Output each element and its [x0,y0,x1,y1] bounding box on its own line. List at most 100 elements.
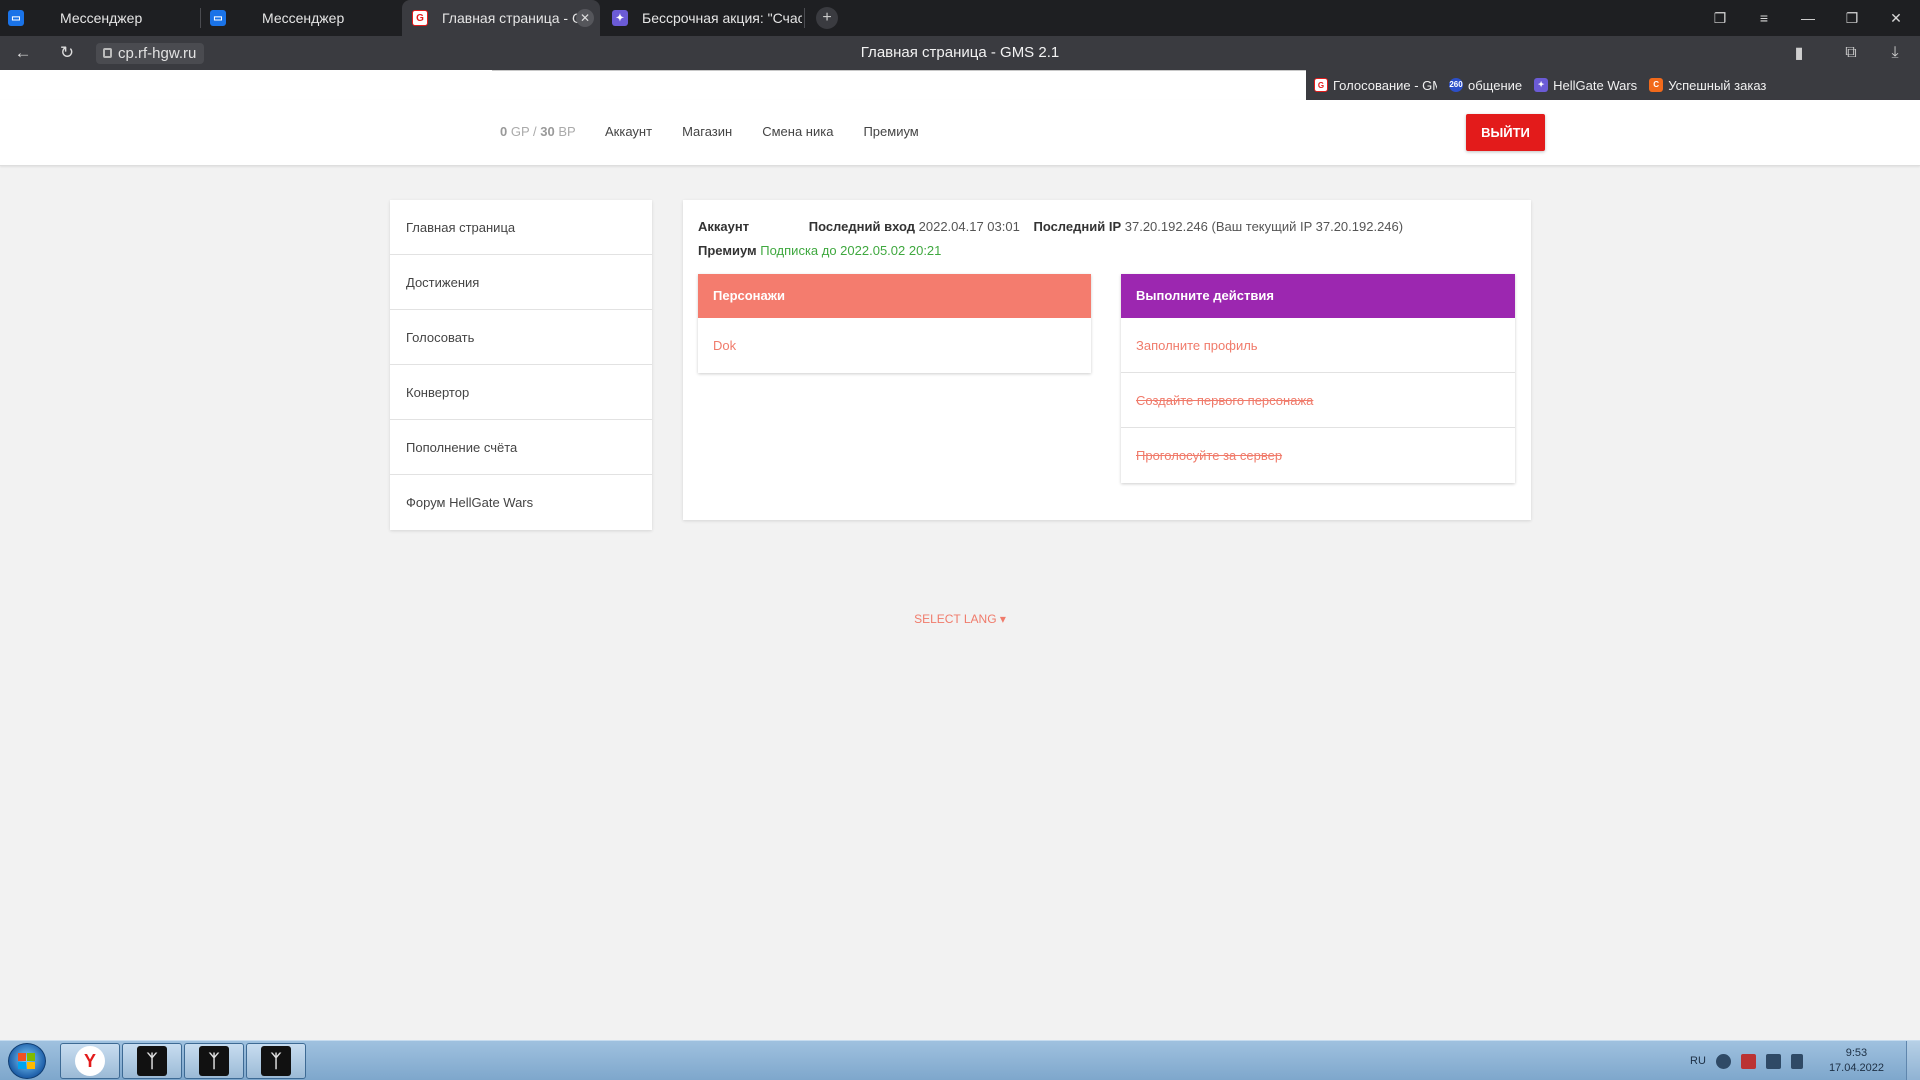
nav-shop[interactable]: Магазин [682,124,732,139]
bookmarks-blank-area [0,70,1306,100]
premium-info-row: Премиум Подписка до 2022.05.02 20:21 [698,243,941,258]
url-text: cp.rf-hgw.ru [118,45,197,62]
logout-button[interactable]: ВЫЙТИ [1466,114,1545,151]
reload-icon[interactable]: ↻ [50,36,84,70]
address-bar: ← ↻ cp.rf-hgw.ru Главная страница - GMS … [0,36,1920,70]
last-login-label: Последний вход [808,219,915,234]
gp-label: GP / [510,124,537,139]
taskbar-game-window-1[interactable]: ᛉ [122,1043,182,1079]
sidebar-item-converter[interactable]: Конвертор [390,365,652,420]
nav-account[interactable]: Аккаунт [605,124,652,139]
taskbar-game-window-3[interactable]: ᛉ [246,1043,306,1079]
action-create-character[interactable]: Создайте первого персонажа [1121,373,1515,428]
tab-gms-main[interactable]: G Главная страница - GMS 2.1 [402,0,600,36]
bp-value: 30 [540,124,555,139]
last-ip-label: Последний IP [1033,219,1122,234]
tab-messenger-1[interactable]: ▭ Мессенджер [8,0,198,36]
sidebar-item-topup[interactable]: Пополнение счёта [390,420,652,475]
nav-change-nick[interactable]: Смена ника [762,124,833,139]
tab-close-icon[interactable]: ✕ [576,9,594,27]
url-field[interactable]: cp.rf-hgw.ru [96,43,205,64]
bookmark-label: Голосование - GM [1333,77,1437,93]
tab-label: Бессрочная акция: "Счаст [642,10,802,26]
windows-logo-icon [18,1053,35,1069]
taskbar: Y ᛉ ᛉ ᛉ RU 9:53 17.04.2022 [0,1040,1920,1080]
yandex-icon: Y [75,1046,105,1076]
bookmark-forum[interactable]: 260 общение [1449,78,1522,93]
bookmark-label: Успешный заказ [1668,77,1767,93]
divider [492,70,1306,71]
gms-icon: G [412,10,428,26]
steam-icon[interactable] [1715,1053,1731,1069]
tab-label: Мессенджер [262,10,345,26]
bookmark-hellgate[interactable]: ✦ HellGate Wars [1534,78,1637,93]
taskbar-game-window-2[interactable]: ᛉ [184,1043,244,1079]
tab-label: Мессенджер [60,10,143,26]
taskbar-yandex-browser[interactable]: Y [60,1043,120,1079]
bookmark-voting[interactable]: G Голосование - GM [1314,78,1437,93]
action-fill-profile[interactable]: Заполните профиль [1121,318,1515,373]
game-icon: ᛉ [261,1046,291,1076]
balance: 0 GP / 30 BP [500,124,576,139]
actions-card: Выполните действия Заполните профиль Соз… [1121,274,1515,483]
character-item[interactable]: Dok [698,318,1091,373]
hellgate-icon: ✦ [612,10,628,26]
account-label: Аккаунт [698,219,750,234]
game-icon: ᛉ [199,1046,229,1076]
messenger-icon: ▭ [8,10,24,26]
action-vote-server[interactable]: Проголосуйте за сервер [1121,428,1515,483]
last-ip-value: 37.20.192.246 (Ваш текущий IP 37.20.192.… [1124,219,1404,234]
premium-label: Премиум [698,243,757,258]
tab-promo[interactable]: ✦ Бессрочная акция: "Счаст [612,0,802,36]
actions-card-title: Выполните действия [1121,274,1515,318]
lock-icon [103,48,112,58]
tabs-panel-icon[interactable]: ❐ [1698,0,1742,36]
sidebar-item-forum[interactable]: Форум HellGate Wars [390,475,652,530]
minimize-icon[interactable]: — [1786,0,1830,36]
menu-icon[interactable]: ≡ [1742,0,1786,36]
monitor-icon[interactable] [1765,1053,1781,1069]
clock-date: 17.04.2022 [1828,1062,1884,1074]
tab-divider [200,8,201,28]
system-tray: RU 9:53 17.04.2022 [1690,1041,1884,1080]
page-title: Главная страница - GMS 2.1 [860,44,1060,61]
network-warning-icon[interactable] [1740,1053,1756,1069]
restore-icon[interactable]: ❐ [1830,0,1874,36]
bookmark-icon[interactable]: ▮ [1784,36,1814,70]
game-icon: ᛉ [137,1046,167,1076]
sidebar-item-vote[interactable]: Голосовать [390,310,652,365]
order-icon: C [1649,78,1664,92]
volume-icon[interactable] [1790,1053,1803,1069]
clock-time: 9:53 [1845,1047,1868,1059]
bookmarks-bar: G Голосование - GM 260 общение ✦ HellGat… [1306,70,1920,100]
gms-icon: G [1314,78,1328,92]
collections-icon[interactable]: ⧉ [1836,36,1866,70]
tab-label: Главная страница - GMS 2.1 [442,10,582,26]
premium-value: Подписка до 2022.05.02 20:21 [760,243,942,258]
bp-label: BP [558,124,576,139]
gp-value: 0 [500,124,508,139]
tab-divider [804,8,805,28]
characters-card: Персонажи Dok [698,274,1091,373]
sidebar-item-home[interactable]: Главная страница [390,200,652,255]
bookmark-order[interactable]: C Успешный заказ [1649,78,1766,93]
close-window-icon[interactable]: ✕ [1874,0,1918,36]
top-nav: Аккаунт Магазин Смена ника Премиум [605,124,919,139]
downloads-icon[interactable]: ⤓ [1880,36,1910,70]
last-login-value: 2022.04.17 03:01 [918,219,1020,234]
hellgate-icon: ✦ [1534,78,1549,92]
show-desktop-button[interactable] [1906,1041,1920,1080]
language-indicator[interactable]: RU [1690,1055,1706,1067]
account-info-row: Аккаунт Последний вход 2022.04.17 03:01 … [698,219,1403,234]
nav-premium[interactable]: Премиум [863,124,918,139]
back-icon[interactable]: ← [6,36,40,70]
bookmark-label: общение [1468,77,1523,93]
select-lang-dropdown[interactable]: SELECT LANG ▾ [0,612,1920,626]
characters-card-title: Персонажи [698,274,1091,318]
sidebar-item-achievements[interactable]: Достижения [390,255,652,310]
new-tab-icon[interactable]: + [816,7,838,29]
messenger-icon: ▭ [210,10,226,26]
clock[interactable]: 9:53 17.04.2022 [1829,1046,1884,1076]
main-panel: Аккаунт Последний вход 2022.04.17 03:01 … [683,200,1531,520]
tab-messenger-2[interactable]: ▭ Мессенджер [210,0,400,36]
